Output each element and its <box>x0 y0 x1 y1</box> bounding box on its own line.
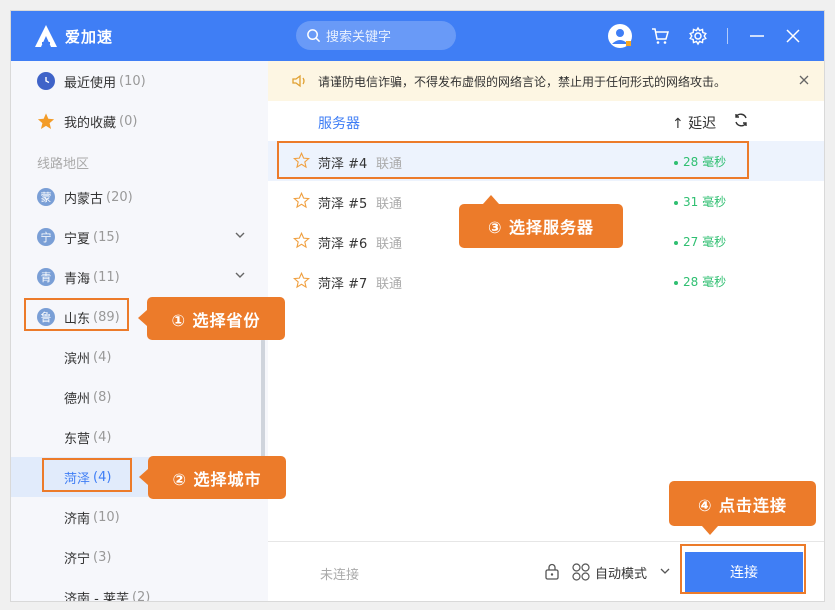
server-name: 菏泽 #7 <box>318 277 368 292</box>
mode-grid-icon[interactable] <box>571 562 591 582</box>
server-latency: 28 毫秒 <box>674 273 726 290</box>
chevron-down-icon[interactable] <box>659 565 671 577</box>
city-count: (2) <box>131 589 151 602</box>
notice-bar: 请谨防电信诈骗，不得发布虚假的网络言论，禁止用于任何形式的网络攻击。 <box>268 61 824 101</box>
logo-icon <box>35 25 57 47</box>
title-bar: 爱加速 搜索关键字 <box>11 11 824 61</box>
sidebar-item-city[interactable]: 滨州 (4) <box>11 337 268 377</box>
province-badge-icon: 青 <box>37 268 55 286</box>
callout-text: ③ 选择服务器 <box>487 218 595 237</box>
highlight-province <box>24 298 129 331</box>
settings-button[interactable] <box>685 23 711 49</box>
star-filled-icon <box>37 112 55 130</box>
city-label: 滨州 <box>64 351 91 367</box>
search-icon <box>307 29 321 43</box>
app-logo: 爱加速 <box>33 23 113 49</box>
city-label: 东营 <box>64 431 91 447</box>
city-label: 德州 <box>64 391 91 407</box>
chevron-down-icon <box>235 272 245 278</box>
server-isp: 联通 <box>376 277 403 292</box>
sidebar-item-count: (11) <box>93 269 120 285</box>
server-latency: 27 毫秒 <box>674 233 726 250</box>
star-outline-icon[interactable] <box>293 232 310 249</box>
minimize-button[interactable] <box>744 23 770 49</box>
sidebar-item-count: (15) <box>93 229 120 245</box>
sidebar-item-label: 青海 <box>64 271 91 287</box>
chevron-down-icon <box>235 232 245 238</box>
callout-text: ④ 点击连接 <box>697 495 788 515</box>
sidebar-item-label: 内蒙古 <box>64 191 104 207</box>
section-title: 线路地区 <box>37 157 90 172</box>
close-icon[interactable] <box>798 74 810 86</box>
connection-status: 未连接 <box>320 568 360 583</box>
server-list-header: 服务器 ↑ 延迟 <box>268 101 824 141</box>
callout-step-1: ① 选择省份 <box>138 297 285 340</box>
sidebar-item-label: 最近使用 <box>64 75 117 91</box>
search-placeholder: 搜索关键字 <box>326 30 392 45</box>
server-name: 菏泽 #5 <box>318 197 368 212</box>
sidebar-item-city[interactable]: 东营 (4) <box>11 417 268 457</box>
callout-text: ① 选择省份 <box>171 310 261 330</box>
highlight-server <box>277 141 749 179</box>
city-label: 济南 <box>64 511 91 527</box>
close-button[interactable] <box>780 23 806 49</box>
column-server[interactable]: 服务器 <box>318 113 360 133</box>
gear-icon <box>689 26 707 46</box>
mode-select[interactable]: 自动模式 <box>595 563 647 582</box>
server-latency: 31 毫秒 <box>674 193 726 210</box>
sidebar-item-province[interactable]: 宁 宁夏 (15) <box>11 217 268 257</box>
search-input[interactable]: 搜索关键字 <box>296 21 456 50</box>
star-outline-icon[interactable] <box>293 272 310 289</box>
cart-icon <box>652 28 669 44</box>
avatar-icon <box>608 24 632 48</box>
minimize-icon <box>750 35 764 37</box>
avatar-button[interactable] <box>607 23 633 49</box>
city-count: (8) <box>93 389 112 405</box>
sidebar-item-city[interactable]: 济南 (10) <box>11 497 268 537</box>
speaker-icon <box>292 74 305 88</box>
titlebar-divider <box>727 28 728 44</box>
city-count: (4) <box>93 429 112 445</box>
sidebar-item-province[interactable]: 青 青海 (11) <box>11 257 268 297</box>
sidebar-item-count: (0) <box>119 113 138 129</box>
close-icon <box>786 29 800 43</box>
sidebar-item-count: (10) <box>119 73 146 89</box>
province-badge-icon: 蒙 <box>37 188 55 206</box>
sidebar-item-recent[interactable]: 最近使用 (10) <box>11 61 268 101</box>
sidebar-item-label: 宁夏 <box>64 231 91 247</box>
server-name: 菏泽 #6 <box>318 237 368 252</box>
city-label: 济宁 <box>64 551 91 567</box>
column-latency-sort[interactable]: ↑ 延迟 <box>672 113 716 133</box>
sidebar-item-city[interactable]: 济南 - 莱芜 (2) <box>11 577 268 602</box>
callout-text: ② 选择城市 <box>172 469 262 489</box>
server-isp: 联通 <box>376 197 403 212</box>
sidebar-item-city[interactable]: 济宁 (3) <box>11 537 268 577</box>
server-row[interactable]: 菏泽 #7 联通 28 毫秒 <box>268 261 824 301</box>
clock-icon <box>37 72 55 90</box>
highlight-connect <box>680 544 806 594</box>
sidebar-item-city[interactable]: 德州 (8) <box>11 377 268 417</box>
city-count: (10) <box>93 509 120 525</box>
city-count: (4) <box>93 349 112 365</box>
star-outline-icon[interactable] <box>293 192 310 209</box>
sidebar-item-province[interactable]: 蒙 内蒙古 (20) <box>11 177 268 217</box>
lock-icon[interactable] <box>543 562 561 580</box>
callout-step-4: ④ 点击连接 <box>669 481 816 535</box>
province-badge-icon: 宁 <box>37 228 55 246</box>
city-count: (3) <box>93 549 112 565</box>
cart-button[interactable] <box>647 23 673 49</box>
callout-step-2: ② 选择城市 <box>139 456 286 499</box>
sidebar-item-favorites[interactable]: 我的收藏 (0) <box>11 101 268 141</box>
city-label: 济南 - 莱芜 <box>64 591 129 602</box>
refresh-icon[interactable] <box>733 112 749 128</box>
notice-text: 请谨防电信诈骗，不得发布虚假的网络言论，禁止用于任何形式的网络攻击。 <box>318 74 727 89</box>
sidebar-item-count: (20) <box>106 189 133 205</box>
sidebar-item-label: 我的收藏 <box>64 115 117 131</box>
app-title: 爱加速 <box>65 27 114 46</box>
callout-step-3: ③ 选择服务器 <box>459 195 623 248</box>
highlight-city <box>42 458 132 492</box>
server-isp: 联通 <box>376 237 403 252</box>
